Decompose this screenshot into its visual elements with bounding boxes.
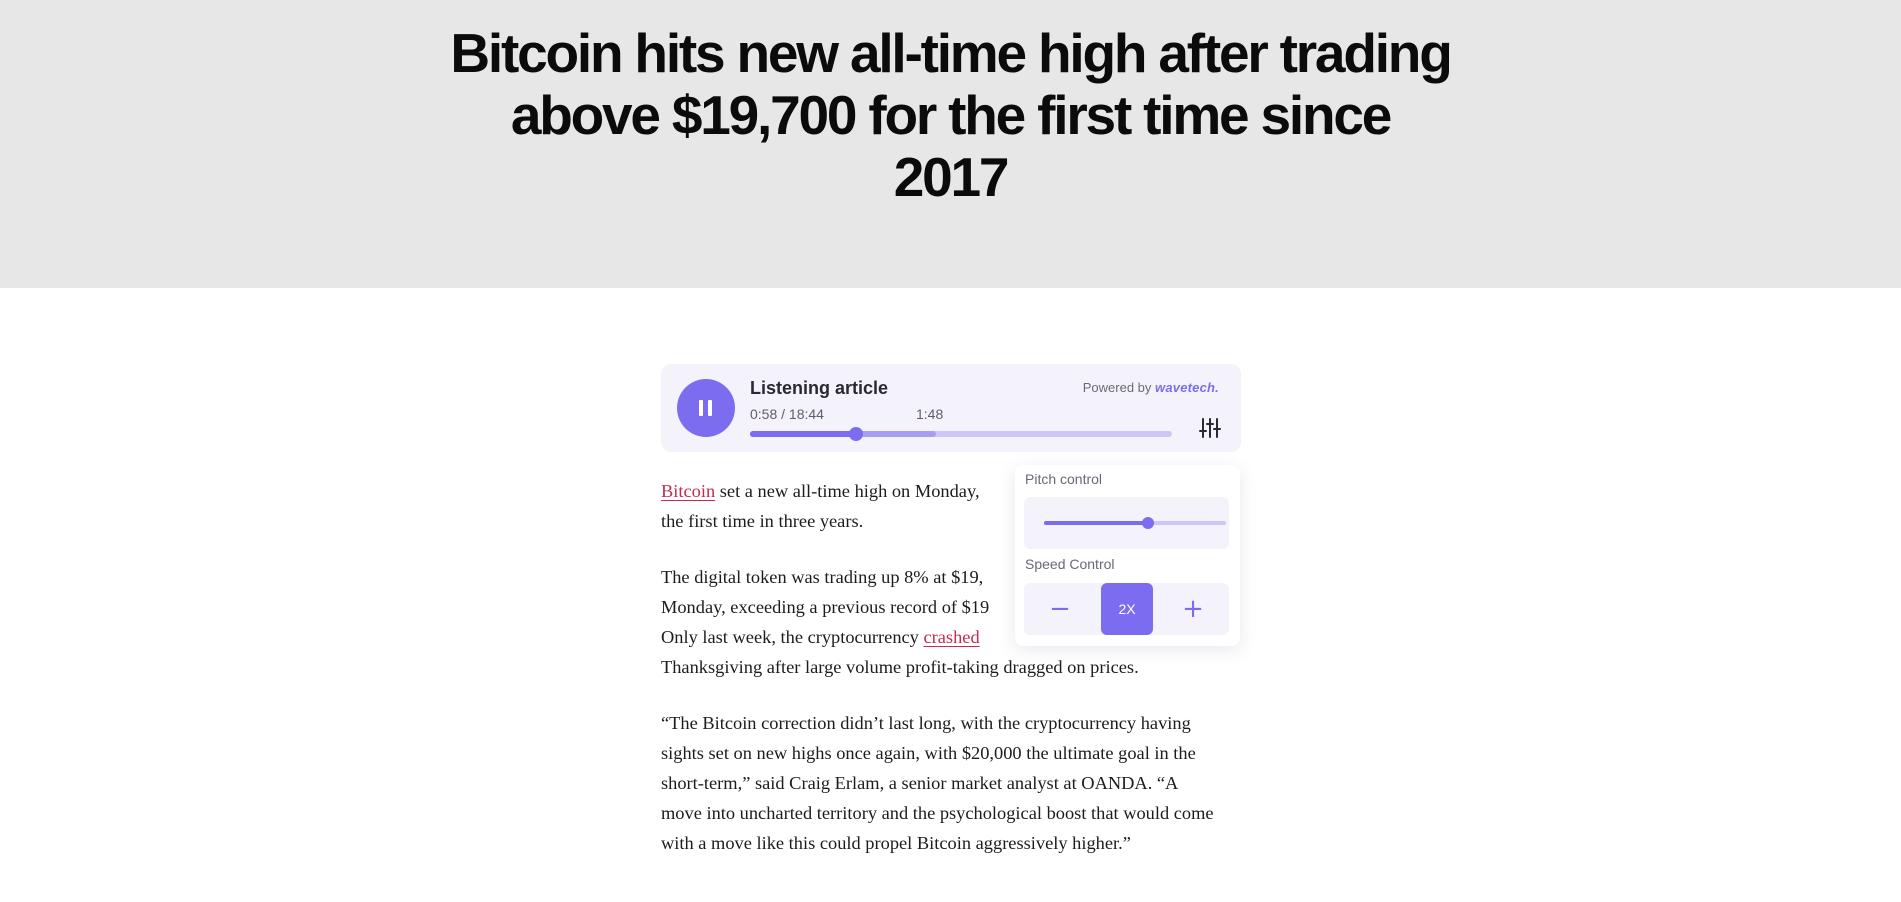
- speed-value: 2X: [1101, 583, 1153, 635]
- playback-settings-popup: Pitch control Speed Control − 2X +: [1015, 465, 1240, 646]
- audio-player: Listening article Powered by wavetech. 0…: [661, 364, 1241, 452]
- hover-time-tooltip: 1:48: [916, 406, 944, 422]
- article-hero: Bitcoin hits new all-time high after tra…: [0, 0, 1901, 288]
- speed-control: − 2X +: [1024, 583, 1229, 635]
- pitch-control: [1024, 497, 1229, 549]
- powered-by: Powered by wavetech.: [1083, 380, 1219, 395]
- crashed-link[interactable]: crashed: [923, 627, 979, 647]
- progress-slider[interactable]: [750, 427, 1172, 441]
- decrease-speed-button[interactable]: −: [1034, 583, 1086, 635]
- pitch-fill: [1044, 521, 1148, 525]
- player-title: Listening article: [750, 378, 889, 398]
- sliders-icon[interactable]: [1198, 417, 1222, 439]
- time-display: 0:58 / 18:44: [750, 406, 824, 422]
- bitcoin-link[interactable]: Bitcoin: [661, 481, 715, 501]
- article-paragraph: “The Bitcoin correction didn’t last long…: [661, 713, 1214, 853]
- progress-fill: [750, 431, 856, 437]
- increase-speed-button[interactable]: +: [1167, 583, 1219, 635]
- speed-label: Speed Control: [1025, 556, 1115, 572]
- pause-button[interactable]: [677, 379, 735, 437]
- article-headline: Bitcoin hits new all-time high after tra…: [450, 22, 1452, 208]
- pitch-slider[interactable]: [1044, 517, 1226, 529]
- pitch-label: Pitch control: [1025, 471, 1103, 487]
- powered-by-label: Powered by: [1082, 380, 1152, 395]
- pitch-thumb[interactable]: [1141, 517, 1154, 529]
- progress-thumb[interactable]: [848, 427, 863, 441]
- wavetech-logo[interactable]: wavetech.: [1155, 380, 1219, 395]
